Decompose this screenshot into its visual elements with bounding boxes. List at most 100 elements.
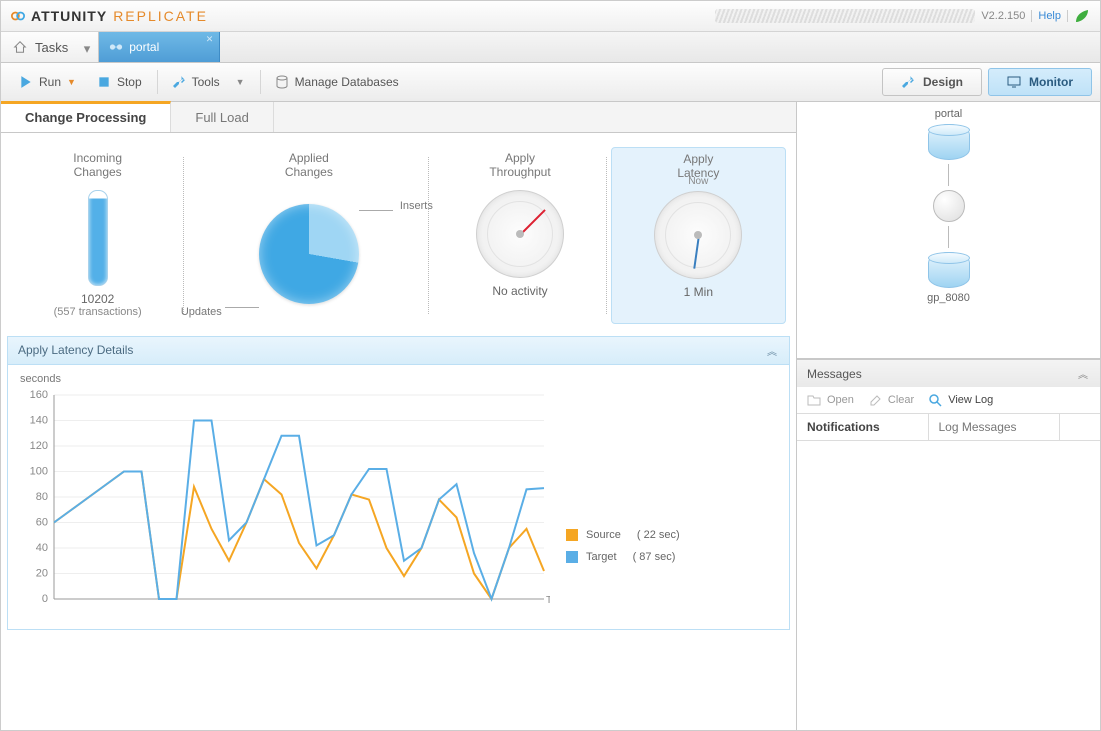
svg-text:60: 60 — [36, 516, 48, 528]
monitor-mode-button[interactable]: Monitor — [988, 68, 1092, 96]
latency-status: 1 Min — [614, 285, 783, 299]
now-label: Now — [655, 176, 741, 187]
gauge-icon — [476, 190, 564, 278]
monitor-icon — [1007, 75, 1021, 89]
search-icon — [928, 393, 942, 407]
legend-swatch-icon — [566, 529, 578, 541]
svg-text:120: 120 — [30, 440, 48, 452]
run-button[interactable]: Run ▼ — [9, 71, 87, 93]
monitor-label: Monitor — [1029, 75, 1073, 89]
svg-text:20: 20 — [36, 567, 48, 579]
svg-text:100: 100 — [30, 465, 48, 477]
card-title: Applied Changes — [190, 151, 427, 180]
design-label: Design — [923, 75, 963, 89]
task-tab-portal[interactable]: portal ✕ — [99, 32, 220, 62]
needle-icon — [694, 235, 701, 269]
messages-header[interactable]: Messages ︽ — [797, 360, 1100, 387]
tasks-home-label: Tasks — [35, 40, 68, 55]
task-icon — [109, 40, 123, 54]
target-db-label: gp_8080 — [927, 292, 970, 304]
globe-icon[interactable] — [933, 190, 965, 222]
panel-header[interactable]: Apply Latency Details ︽ — [8, 337, 789, 365]
database-icon[interactable] — [928, 124, 970, 160]
messages-body — [797, 441, 1100, 730]
pie-icon — [259, 204, 359, 304]
tasks-home-tab[interactable]: Tasks ▾ — [1, 32, 99, 62]
database-icon[interactable] — [928, 252, 970, 288]
view-log-button[interactable]: View Log — [928, 393, 993, 407]
close-icon[interactable]: ✕ — [206, 34, 214, 45]
leaf-icon[interactable] — [1074, 8, 1090, 24]
folder-open-icon — [807, 393, 821, 407]
svg-text:160: 160 — [30, 389, 48, 401]
tab-overflow — [1060, 414, 1100, 440]
tab-change-processing[interactable]: Change Processing — [1, 101, 171, 132]
card-title: Apply Throughput — [435, 151, 604, 180]
top-bar: ATTUNITY REPLICATE V2.2.150 Help — [1, 1, 1100, 32]
messages-tabs: Notifications Log Messages — [797, 414, 1100, 441]
legend-swatch-icon — [566, 551, 578, 563]
version-label: V2.2.150 — [981, 10, 1025, 22]
play-icon — [19, 75, 33, 89]
svg-text:140: 140 — [30, 414, 48, 426]
card-applied-changes[interactable]: Applied Changes Inserts Updates — [188, 147, 429, 324]
dashboard-cards: Incoming Changes 10202 (557 transactions… — [1, 133, 796, 330]
legend-target-value: ( 87 sec) — [633, 551, 676, 563]
tools-button[interactable]: Tools ▼ — [162, 71, 256, 93]
stop-button[interactable]: Stop — [87, 71, 153, 93]
updates-label: Updates — [181, 306, 222, 318]
gauge-icon: Now — [654, 191, 742, 279]
svg-text:0: 0 — [42, 593, 48, 605]
right-pane: portal gp_8080 Messages ︽ Open — [797, 102, 1100, 730]
legend-target: Target ( 87 sec) — [566, 551, 680, 563]
eraser-icon — [868, 393, 882, 407]
svg-text:Time: Time — [546, 595, 550, 606]
apply-latency-details-panel: Apply Latency Details ︽ seconds 02040608… — [7, 336, 790, 630]
messages-toolbar: Open Clear View Log — [797, 387, 1100, 414]
inserts-label: Inserts — [400, 200, 433, 212]
messages-title: Messages — [807, 367, 862, 381]
wrench-icon — [172, 75, 186, 89]
toolbar: Run ▼ Stop Tools ▼ Manage Databases Desi… — [1, 63, 1100, 102]
chevron-down-icon[interactable]: ▾ — [84, 41, 91, 57]
card-incoming-changes[interactable]: Incoming Changes 10202 (557 transactions… — [11, 147, 184, 324]
manage-databases-button[interactable]: Manage Databases — [265, 71, 410, 93]
brand-name-1: ATTUNITY — [31, 8, 107, 24]
collapse-icon[interactable]: ︽ — [767, 343, 779, 358]
source-db-label: portal — [935, 108, 963, 120]
y-axis-label: seconds — [20, 373, 777, 385]
tab-full-load[interactable]: Full Load — [171, 102, 273, 132]
main-area: Change Processing Full Load Incoming Cha… — [1, 102, 1100, 730]
pie-chart: Inserts Updates — [229, 190, 389, 320]
card-title: Incoming Changes — [13, 151, 182, 180]
legend-source: Source ( 22 sec) — [566, 529, 680, 541]
task-tab-label: portal — [129, 40, 159, 54]
thermometer-icon — [88, 190, 108, 286]
brand-name-2: REPLICATE — [113, 8, 208, 24]
tab-notifications[interactable]: Notifications — [797, 414, 929, 440]
app-root: ATTUNITY REPLICATE V2.2.150 Help Tasks ▾… — [0, 0, 1101, 731]
incoming-sub: (557 transactions) — [13, 306, 182, 318]
database-icon — [275, 75, 289, 89]
left-pane: Change Processing Full Load Incoming Cha… — [1, 102, 797, 730]
legend-source-label: Source — [586, 529, 621, 541]
redacted-area — [715, 9, 975, 23]
latency-line-chart: 020406080100120140160Time — [20, 389, 550, 619]
wrench-icon — [901, 75, 915, 89]
task-diagram: portal gp_8080 — [797, 102, 1100, 359]
help-link[interactable]: Help — [1031, 10, 1068, 22]
collapse-icon[interactable]: ︽ — [1078, 366, 1090, 381]
chevron-down-icon: ▼ — [236, 77, 245, 87]
card-apply-throughput[interactable]: Apply Throughput No activity — [433, 147, 606, 324]
throughput-status: No activity — [435, 284, 604, 298]
panel-body: seconds 020406080100120140160Time Source… — [8, 365, 789, 629]
legend-target-label: Target — [586, 551, 617, 563]
legend-source-value: ( 22 sec) — [637, 529, 680, 541]
stop-icon — [97, 75, 111, 89]
run-label: Run — [39, 75, 61, 89]
clear-button[interactable]: Clear — [868, 393, 914, 407]
design-mode-button[interactable]: Design — [882, 68, 982, 96]
open-button[interactable]: Open — [807, 393, 854, 407]
tab-log-messages[interactable]: Log Messages — [929, 414, 1061, 440]
card-apply-latency[interactable]: Apply Latency Now 1 Min — [611, 147, 786, 324]
